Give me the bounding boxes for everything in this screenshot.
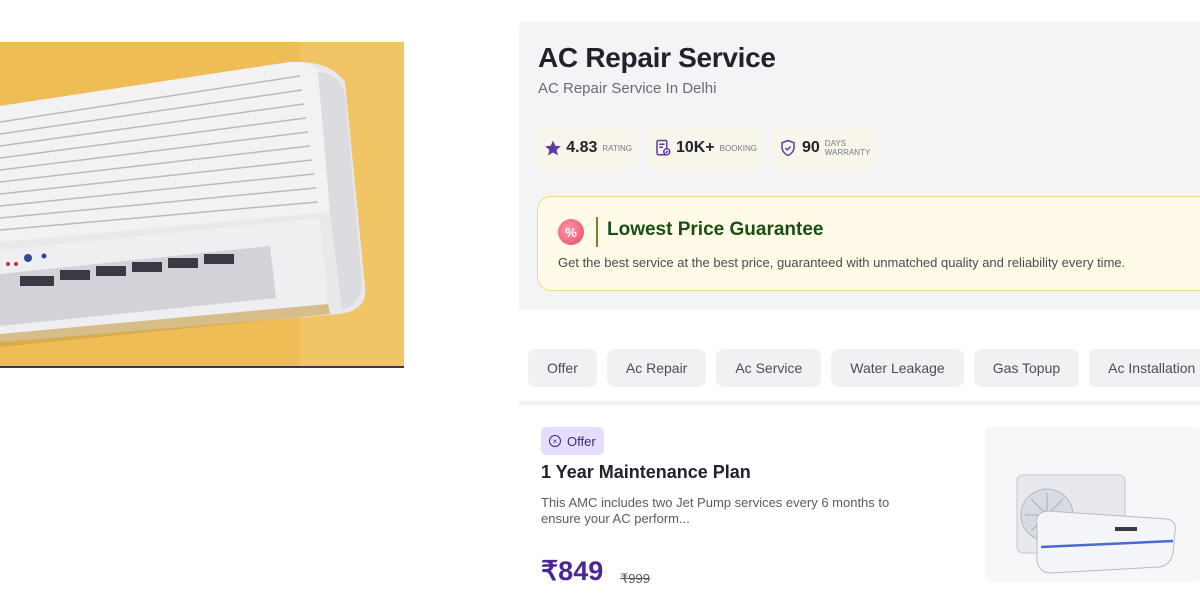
rating-value: 4.83 bbox=[566, 139, 598, 156]
service-page: AC Repair Service AC Repair Service In D… bbox=[0, 0, 1200, 600]
offer-badge-label: Offer bbox=[567, 433, 596, 449]
warranty-caption-line1: DAYS bbox=[824, 139, 846, 148]
tab-gas-topup[interactable]: Gas Topup bbox=[973, 349, 1080, 387]
offer-circle-icon: × bbox=[549, 435, 561, 447]
warranty-caption-line2: WARRANTY bbox=[824, 148, 871, 157]
booking-stat: 10K+ BOOKING bbox=[647, 126, 763, 170]
booking-value: 10K+ bbox=[675, 139, 715, 156]
shield-check-icon bbox=[777, 137, 799, 159]
tab-ac-installation[interactable]: Ac Installation bbox=[1089, 349, 1200, 387]
category-tabs: Offer Ac Repair Ac Service Water Leakage… bbox=[528, 349, 1200, 387]
booking-caption: BOOKING bbox=[719, 143, 757, 153]
ac-unit-photo bbox=[0, 42, 404, 368]
warranty-value: 90 bbox=[802, 139, 820, 156]
plan-price: ₹849 bbox=[541, 556, 604, 586]
rating-stat: 4.83 RATING bbox=[536, 126, 638, 170]
plan-title[interactable]: 1 Year Maintenance Plan bbox=[541, 462, 751, 483]
tab-offer[interactable]: Offer bbox=[528, 349, 597, 387]
offer-badge: × Offer bbox=[541, 427, 604, 455]
plan-old-price: ₹999 bbox=[620, 571, 650, 586]
star-icon bbox=[542, 137, 563, 159]
guarantee-text: Get the best service at the best price, … bbox=[558, 255, 1126, 270]
rating-caption: RATING bbox=[602, 143, 632, 153]
warranty-caption: DAYS WARRANTY bbox=[825, 139, 870, 157]
tab-water-leakage[interactable]: Water Leakage bbox=[831, 349, 964, 387]
section-divider bbox=[519, 401, 1200, 405]
page-title: AC Repair Service bbox=[538, 42, 776, 73]
plan-ac-image[interactable] bbox=[985, 427, 1200, 582]
divider bbox=[596, 217, 598, 247]
tab-ac-repair[interactable]: Ac Repair bbox=[606, 349, 707, 387]
warranty-stat: 90 DAYS WARRANTY bbox=[771, 126, 877, 170]
booking-receipt-icon bbox=[653, 137, 673, 159]
page-subtitle: AC Repair Service In Delhi bbox=[538, 80, 717, 97]
price-guarantee-banner: % Lowest Price Guarantee Get the best se… bbox=[537, 196, 1200, 291]
plan-description: This AMC includes two Jet Pump services … bbox=[541, 495, 890, 526]
discount-badge-icon: % bbox=[558, 219, 584, 245]
guarantee-title: Lowest Price Guarantee bbox=[607, 219, 824, 240]
service-details-panel: AC Repair Service AC Repair Service In D… bbox=[519, 22, 1200, 310]
tab-ac-service[interactable]: Ac Service bbox=[716, 349, 822, 387]
